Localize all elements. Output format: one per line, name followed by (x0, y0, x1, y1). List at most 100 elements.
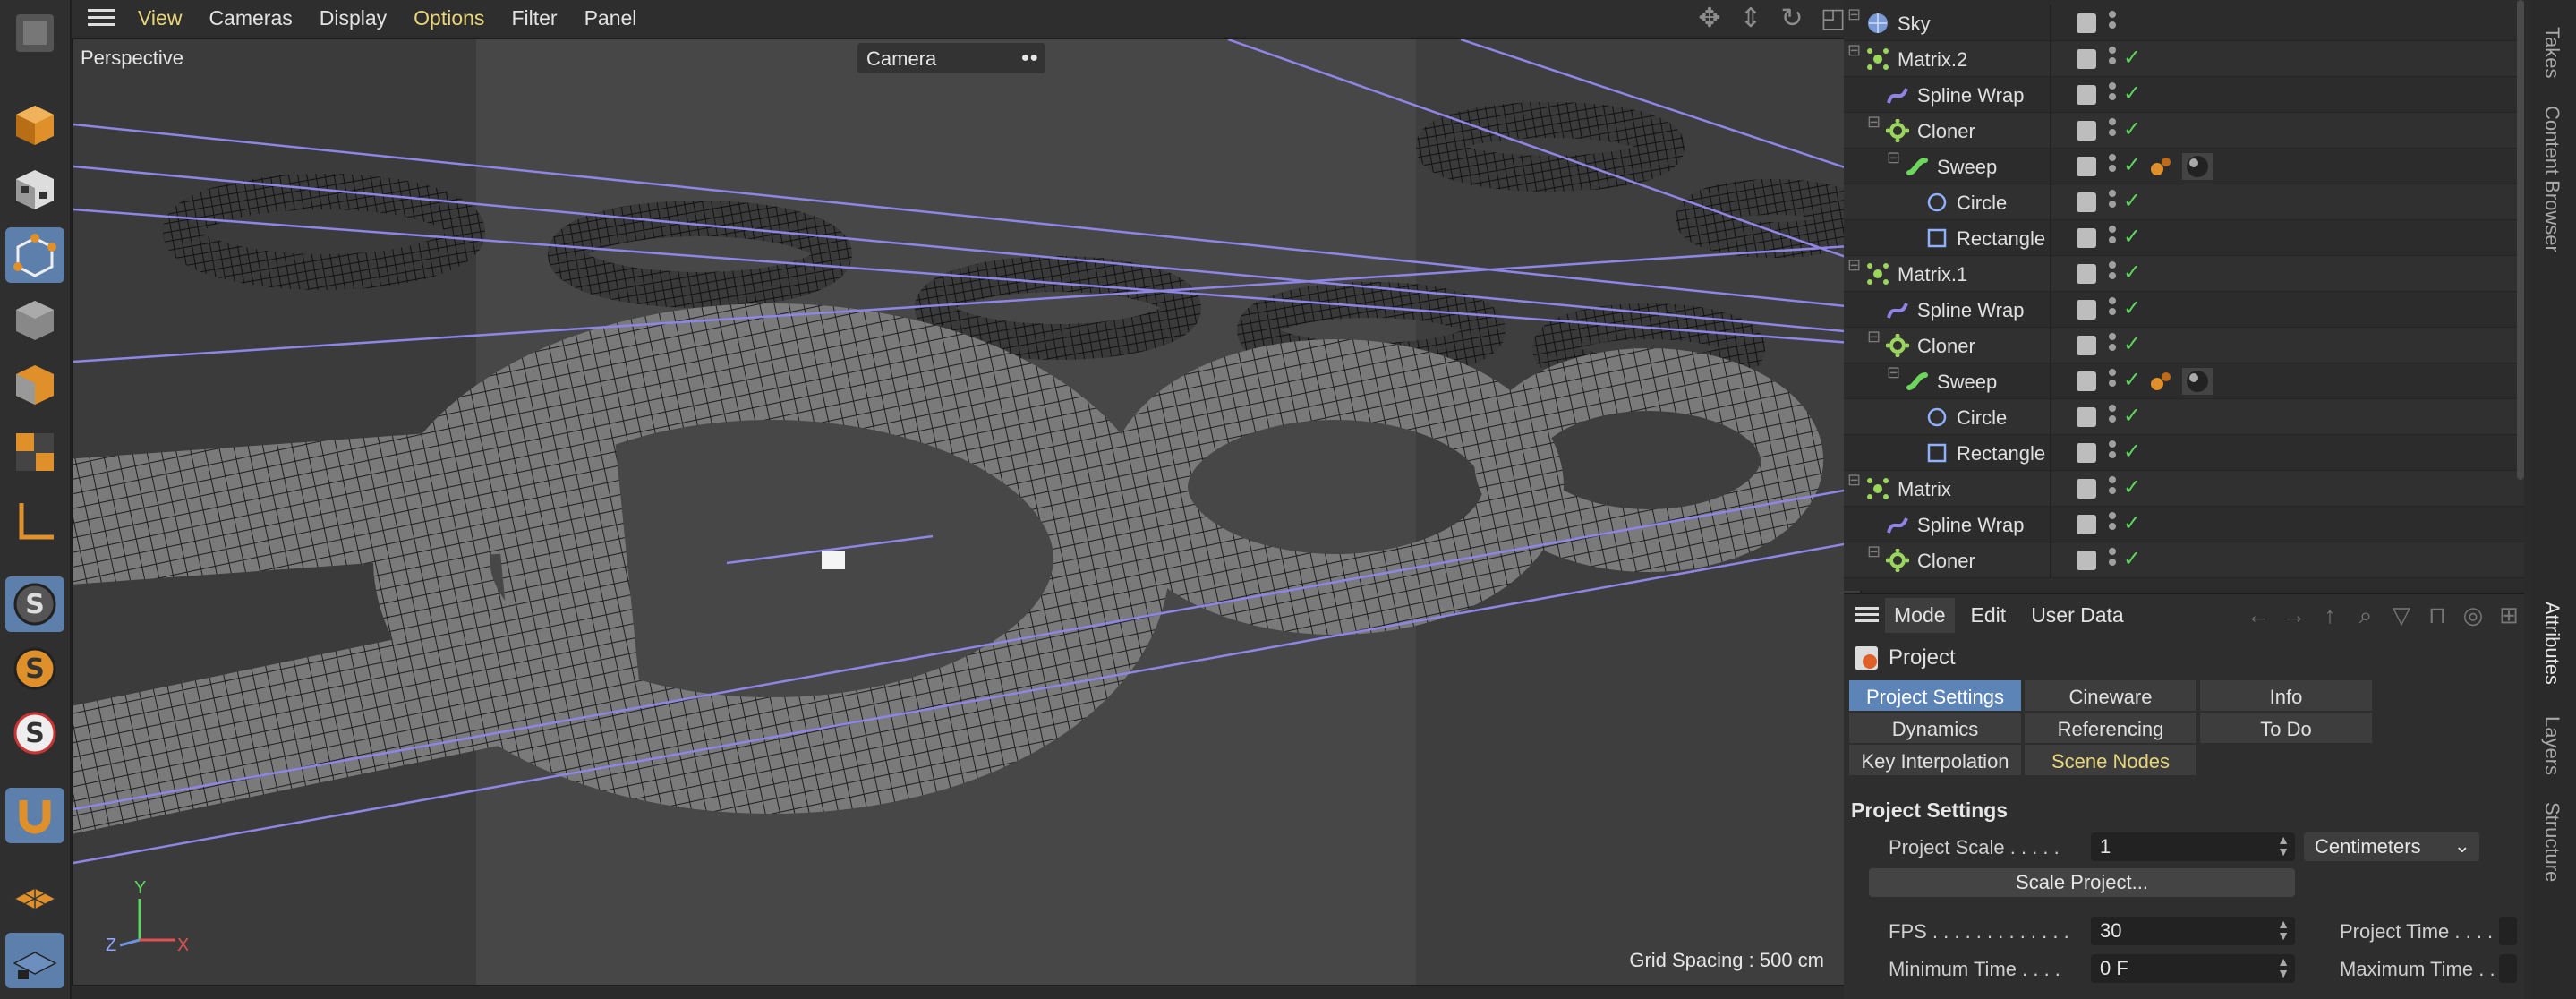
layer-edit-icon[interactable] (2077, 121, 2096, 141)
target-icon[interactable]: ◎ (2458, 602, 2488, 630)
layer-edit-icon[interactable] (2077, 85, 2096, 105)
object-row[interactable]: Spline Wrap ✓ (1844, 77, 2524, 113)
visibility-dots-icon[interactable] (2109, 261, 2116, 286)
visibility-dots-icon[interactable] (2109, 118, 2116, 143)
enabled-check-icon[interactable]: ✓ (2123, 260, 2141, 286)
layer-edit-icon[interactable] (2077, 264, 2096, 284)
enabled-check-icon[interactable]: ✓ (2123, 367, 2141, 393)
search-icon[interactable]: ⌕ (2350, 602, 2381, 630)
object-row[interactable]: Circle ✓ (1844, 184, 2524, 220)
new-panel-icon[interactable]: ⊞ (2494, 602, 2524, 630)
menu-display[interactable]: Display (320, 6, 387, 30)
fps-field[interactable]: 30 ▲ ▼ (2091, 917, 2295, 945)
object-row[interactable]: ⊟ Sweep ✓ (1844, 149, 2524, 184)
side-tab-attributes[interactable]: Attributes (2540, 602, 2563, 685)
project-scale-unit-dropdown[interactable]: Centimeters ⌄ (2304, 832, 2479, 861)
side-tab-content-browser[interactable]: Content Browser (2540, 106, 2563, 252)
pan-icon[interactable]: ✥ (1693, 3, 1726, 34)
layer-edit-icon[interactable] (2077, 49, 2096, 69)
object-row[interactable]: ⊟ Matrix.1 ✓ (1844, 256, 2524, 292)
visibility-dots-icon[interactable] (2109, 333, 2116, 358)
visibility-dots-icon[interactable] (2109, 405, 2116, 430)
layer-edit-icon[interactable] (2077, 228, 2096, 248)
camera-selector[interactable]: Camera ●● (857, 43, 1045, 73)
uv-mode-icon[interactable] (5, 424, 64, 480)
layer-edit-icon[interactable] (2077, 443, 2096, 463)
tab-key-interpolation[interactable]: Key Interpolation (1849, 745, 2023, 775)
side-tab-structure[interactable]: Structure (2540, 802, 2563, 882)
enabled-check-icon[interactable]: ✓ (2123, 331, 2141, 357)
enabled-check-icon[interactable]: ✓ (2123, 439, 2141, 465)
project-time-field[interactable] (2499, 917, 2517, 945)
enabled-check-icon[interactable]: ✓ (2123, 546, 2141, 572)
side-tab-layers[interactable]: Layers (2540, 716, 2563, 775)
tab-info[interactable]: Info (2200, 680, 2374, 711)
layer-edit-icon[interactable] (2077, 336, 2096, 355)
layer-edit-icon[interactable] (2077, 300, 2096, 320)
menu-cameras[interactable]: Cameras (209, 6, 292, 30)
back-arrow-icon[interactable]: ← (2243, 602, 2273, 630)
object-row[interactable]: ⊟ Sky (1844, 5, 2524, 41)
visibility-dots-icon[interactable] (2109, 297, 2116, 322)
cube-icon[interactable] (5, 97, 64, 152)
object-row[interactable]: ⊟ Sweep ✓ (1844, 363, 2524, 399)
stepper-icon[interactable]: ▲ ▼ (2277, 833, 2290, 858)
layer-edit-icon[interactable] (2077, 13, 2096, 33)
enabled-check-icon[interactable]: ✓ (2123, 45, 2141, 71)
menu-filter[interactable]: Filter (511, 6, 557, 30)
enabled-check-icon[interactable]: ✓ (2123, 295, 2141, 321)
layer-edit-icon[interactable] (2077, 192, 2096, 212)
visibility-dots-icon[interactable] (2109, 154, 2116, 179)
enabled-check-icon[interactable]: ✓ (2123, 81, 2141, 107)
object-row[interactable]: ⊟ Matrix ✓ (1844, 471, 2524, 507)
scale-project-button[interactable]: Scale Project... (1869, 868, 2295, 897)
checker-cube-icon[interactable] (5, 161, 64, 217)
edges-mode-icon[interactable] (5, 292, 64, 347)
visibility-dots-icon[interactable] (2109, 47, 2116, 72)
visibility-dots-icon[interactable] (2109, 11, 2116, 36)
visibility-dots-icon[interactable] (2109, 476, 2116, 501)
menu-user-data[interactable]: User Data (2022, 598, 2133, 633)
snap-s-white-icon[interactable]: S (5, 705, 64, 761)
layer-edit-icon[interactable] (2077, 515, 2096, 534)
up-arrow-icon[interactable]: ↑ (2315, 602, 2345, 630)
object-row[interactable]: ⊟ Cloner ✓ (1844, 328, 2524, 363)
enabled-check-icon[interactable]: ✓ (2123, 510, 2141, 536)
visibility-dots-icon[interactable] (2109, 512, 2116, 537)
menu-mode[interactable]: Mode (1885, 597, 1955, 633)
enabled-check-icon[interactable]: ✓ (2123, 224, 2141, 250)
tab-to-do[interactable]: To Do (2200, 713, 2374, 743)
attributes-hamburger-icon[interactable] (1849, 606, 1885, 624)
enabled-check-icon[interactable]: ✓ (2123, 188, 2141, 214)
object-row[interactable]: Circle ✓ (1844, 399, 2524, 435)
tab-scene-nodes[interactable]: Scene Nodes (2025, 745, 2198, 775)
maximum-time-field[interactable] (2499, 954, 2517, 983)
project-scale-field[interactable]: 1 ▲ ▼ (2091, 832, 2295, 861)
locked-grid-icon[interactable] (5, 933, 64, 988)
object-row[interactable]: Rectangle ✓ (1844, 435, 2524, 471)
object-row[interactable]: ⊟ Cloner ✓ (1844, 542, 2524, 578)
material-tag-icon[interactable] (2182, 368, 2213, 395)
magnet-icon[interactable] (5, 788, 64, 843)
menu-panel[interactable]: Panel (584, 6, 637, 30)
tab-dynamics[interactable]: Dynamics (1849, 713, 2023, 743)
layer-edit-icon[interactable] (2077, 479, 2096, 499)
object-row[interactable]: Spline Wrap ✓ (1844, 507, 2524, 542)
snap-s-orange-icon[interactable]: S (5, 641, 64, 696)
object-row[interactable]: Spline Wrap ✓ (1844, 292, 2524, 328)
axis-icon[interactable] (5, 494, 64, 550)
phong-tag-icon[interactable] (2148, 153, 2175, 180)
visibility-dots-icon[interactable] (2109, 548, 2116, 573)
polygons-mode-icon[interactable] (5, 356, 64, 412)
object-row[interactable]: ⊟ Matrix.2 ✓ (1844, 41, 2524, 77)
tab-project-settings[interactable]: Project Settings (1849, 680, 2023, 711)
orbit-icon[interactable]: ↻ (1776, 3, 1808, 34)
object-row[interactable]: Rectangle ✓ (1844, 220, 2524, 256)
perspective-viewport[interactable]: Perspective Camera ●● Y Z X Grid Spacing… (72, 38, 1862, 986)
enabled-check-icon[interactable]: ✓ (2123, 403, 2141, 429)
move-tool-icon[interactable] (5, 5, 64, 61)
filter-icon[interactable]: ▽ (2386, 602, 2417, 630)
visibility-dots-icon[interactable] (2109, 82, 2116, 107)
layer-edit-icon[interactable] (2077, 551, 2096, 570)
layer-edit-icon[interactable] (2077, 407, 2096, 427)
